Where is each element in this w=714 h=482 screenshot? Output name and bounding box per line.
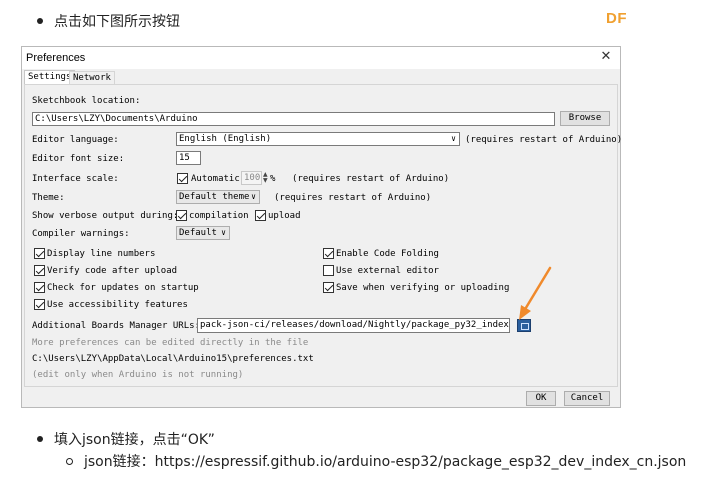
external-editor-checkbox[interactable]: [323, 265, 334, 276]
verbose-upload-checkbox[interactable]: [255, 210, 266, 221]
verbose-compilation-label: compilation: [189, 211, 249, 221]
interface-scale-unit: %: [270, 174, 276, 184]
theme-value: Default theme: [179, 192, 250, 202]
boards-manager-urls-input[interactable]: pack-json-ci/releases/download/Nightly/p…: [197, 318, 510, 333]
verify-code-label: Verify code after upload: [47, 266, 178, 276]
verbose-output-label: Show verbose output during:: [32, 211, 179, 221]
external-editor-label: Use external editor: [336, 266, 439, 276]
verbose-upload-label: upload: [268, 211, 301, 221]
preferences-dialog: Preferences ✕ Settings Network Sketchboo…: [21, 46, 623, 408]
compiler-warnings-label: Compiler warnings:: [32, 229, 130, 239]
chevron-down-icon: ∨: [451, 134, 456, 143]
display-line-numbers-checkbox[interactable]: [34, 248, 45, 259]
watermark-logo: DF: [606, 10, 627, 27]
preferences-file-path: C:\Users\LZY\AppData\Local\Arduino15\pre…: [32, 354, 314, 364]
editor-language-label: Editor language:: [32, 135, 119, 145]
save-when-verifying-checkbox[interactable]: [323, 282, 334, 293]
compiler-warnings-value: Default: [179, 228, 217, 238]
accessibility-checkbox[interactable]: [34, 299, 45, 310]
interface-scale-note: (requires restart of Arduino): [292, 174, 450, 184]
chevron-down-icon: ∨: [251, 192, 256, 201]
blog-instruction-1: 点击如下图所示按钮: [54, 14, 180, 30]
code-folding-checkbox[interactable]: [323, 248, 334, 259]
display-line-numbers-label: Display line numbers: [47, 249, 156, 259]
check-updates-checkbox[interactable]: [34, 282, 45, 293]
boards-manager-urls-label: Additional Boards Manager URLs:: [32, 321, 200, 331]
automatic-scale-label: Automatic: [191, 174, 240, 184]
sub-bullet-circle: [66, 458, 73, 465]
close-icon[interactable]: ✕: [598, 49, 614, 65]
sketchbook-location-input[interactable]: C:\Users\LZY\Documents\Arduino: [32, 112, 555, 126]
theme-note: (requires restart of Arduino): [274, 193, 432, 203]
editor-language-select[interactable]: English (English) ∨: [176, 132, 460, 146]
interface-scale-label: Interface scale:: [32, 174, 119, 184]
verbose-compilation-checkbox[interactable]: [176, 210, 187, 221]
title-bar: Preferences ✕: [22, 47, 620, 69]
chevron-down-icon: ∨: [221, 228, 226, 237]
editor-language-value: English (English): [179, 134, 272, 144]
spinner-arrows-icon[interactable]: ▲ ▼: [263, 172, 268, 184]
interface-scale-spinner[interactable]: 100: [241, 171, 262, 185]
theme-label: Theme:: [32, 193, 65, 203]
blog-instruction-2: 填入json链接，点击“OK”: [54, 432, 215, 448]
tab-network[interactable]: Network: [69, 71, 115, 85]
more-preferences-note: More preferences can be edited directly …: [32, 338, 309, 348]
browse-button[interactable]: Browse: [560, 111, 610, 126]
blog-json-link[interactable]: json链接：https://espressif.github.io/ardui…: [84, 451, 686, 471]
accessibility-label: Use accessibility features: [47, 300, 188, 310]
compiler-warnings-select[interactable]: Default ∨: [176, 226, 230, 240]
verify-code-checkbox[interactable]: [34, 265, 45, 276]
save-when-verifying-label: Save when verifying or uploading: [336, 283, 510, 293]
annotation-arrow: [519, 266, 552, 320]
editor-font-size-label: Editor font size:: [32, 154, 125, 164]
cancel-button[interactable]: Cancel: [564, 391, 610, 406]
bullet-dot: [37, 18, 43, 24]
bullet-dot: [37, 436, 43, 442]
edit-only-note: (edit only when Arduino is not running): [32, 370, 244, 380]
check-updates-label: Check for updates on startup: [47, 283, 199, 293]
code-folding-label: Enable Code Folding: [336, 249, 439, 259]
theme-select[interactable]: Default theme ∨: [176, 190, 260, 204]
tab-settings[interactable]: Settings: [24, 70, 76, 85]
ok-button[interactable]: OK: [526, 391, 556, 406]
automatic-scale-checkbox[interactable]: [177, 173, 188, 184]
editor-font-size-input[interactable]: 15: [176, 151, 201, 165]
sketchbook-label: Sketchbook location:: [32, 96, 141, 106]
dialog-title: Preferences: [26, 52, 86, 64]
editor-language-note: (requires restart of Arduino): [465, 135, 623, 145]
